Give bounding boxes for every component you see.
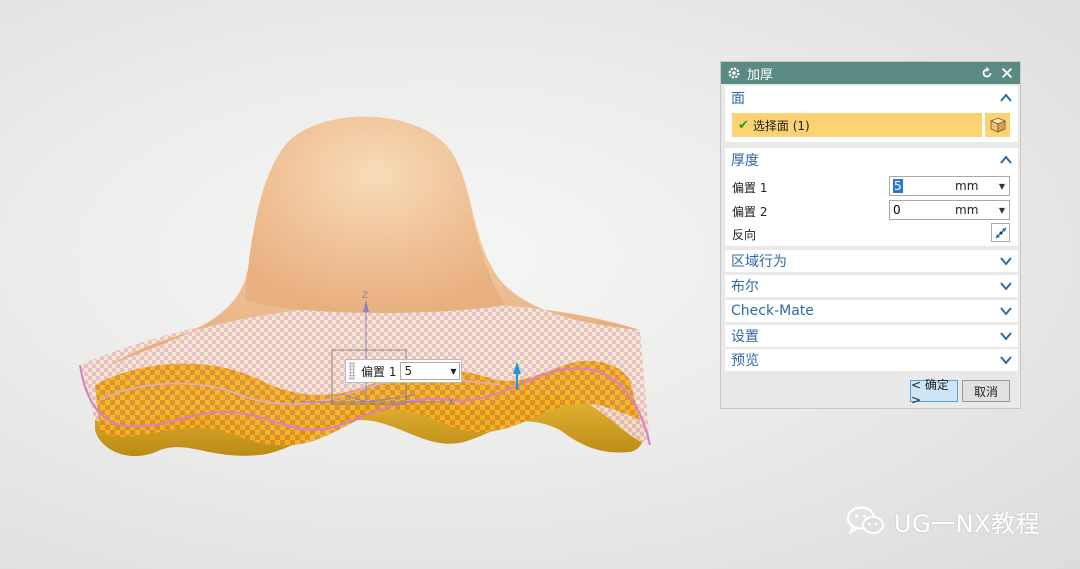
chevron-down-icon[interactable] [1000, 306, 1012, 316]
dome-top [245, 116, 505, 314]
close-icon[interactable] [1000, 66, 1014, 80]
watermark: UG一NX教程 [846, 504, 1040, 538]
offset1-field[interactable]: 5 mm ▼ [889, 176, 1010, 196]
offset1-unit: mm [955, 179, 979, 193]
drag-handle[interactable] [349, 362, 355, 380]
section-face-header[interactable]: 面 [725, 86, 1018, 110]
section-face-label: 面 [731, 91, 745, 107]
gear-icon[interactable] [727, 66, 741, 80]
ok-button[interactable]: < 确定 > [910, 378, 958, 407]
section-boolean-label: 布尔 [731, 279, 759, 295]
reverse-direction-button[interactable] [991, 223, 1010, 242]
section-check-mate-label: Check-Mate [731, 303, 814, 319]
chevron-down-icon[interactable] [1000, 281, 1012, 291]
section-preview[interactable]: 预览 [725, 349, 1018, 371]
cube-icon [989, 117, 1006, 133]
reset-icon[interactable] [980, 66, 994, 80]
section-settings-label: 设置 [731, 329, 759, 345]
section-preview-label: 预览 [731, 353, 759, 369]
section-settings[interactable]: 设置 [725, 325, 1018, 347]
section-face: 面 ✔ 选择面 (1) [725, 86, 1018, 142]
float-label: 偏置 1 [361, 364, 397, 379]
chevron-down-icon[interactable]: ▼ [995, 182, 1009, 191]
thicken-dialog: 加厚 面 ✔ 选择面 (1) 厚度 偏置 1 5 mm ▼ 偏置 2 0 mm … [720, 61, 1021, 409]
chevron-down-icon[interactable] [1000, 256, 1012, 266]
reverse-direction-icon [995, 227, 1006, 238]
section-region-behavior-label: 区域行为 [731, 254, 787, 270]
axis-y-label: Y [289, 398, 296, 408]
float-value-field[interactable]: 5 ▼ [400, 362, 461, 380]
section-region-behavior-header[interactable]: 区域行为 [725, 250, 1018, 272]
section-thickness: 厚度 偏置 1 5 mm ▼ 偏置 2 0 mm ▼ 反向 [725, 148, 1018, 246]
section-check-mate-header[interactable]: Check-Mate [725, 300, 1018, 322]
section-region-behavior[interactable]: 区域行为 [725, 250, 1018, 272]
section-thickness-label: 厚度 [731, 153, 759, 169]
cancel-button[interactable]: 取消 [962, 380, 1010, 402]
section-check-mate[interactable]: Check-Mate [725, 300, 1018, 322]
select-face-row[interactable]: ✔ 选择面 (1) [732, 113, 982, 137]
chevron-down-icon[interactable]: ▼ [447, 367, 459, 376]
dialog-title-bar[interactable]: 加厚 [721, 62, 1020, 84]
section-settings-header[interactable]: 设置 [725, 325, 1018, 347]
offset1-onscreen-input[interactable]: 偏置 1 5 ▼ [345, 359, 462, 383]
float-value: 5 [404, 364, 413, 378]
watermark-text: UG一NX教程 [894, 509, 1041, 538]
offset1-label: 偏置 1 [732, 181, 768, 195]
checkmark-icon: ✔ [738, 117, 749, 133]
offset2-label: 偏置 2 [732, 205, 768, 219]
offset1-value-wrap[interactable]: 5 [890, 179, 955, 193]
select-face-label: 选择面 (1) [752, 118, 810, 133]
dialog-title: 加厚 [747, 67, 774, 83]
offset2-field[interactable]: 0 mm ▼ [889, 200, 1010, 220]
chevron-down-icon[interactable]: ▼ [995, 206, 1009, 215]
chevron-down-icon[interactable] [1000, 355, 1012, 365]
section-boolean[interactable]: 布尔 [725, 275, 1018, 297]
wechat-icon [846, 506, 884, 535]
face-selection-button[interactable] [985, 113, 1010, 137]
chevron-up-icon[interactable] [1000, 155, 1012, 165]
chevron-down-icon[interactable] [1000, 331, 1012, 341]
section-thickness-header[interactable]: 厚度 [725, 148, 1018, 172]
reverse-label: 反向 [732, 228, 757, 242]
offset2-value: 0 [893, 203, 901, 217]
section-preview-header[interactable]: 预览 [725, 349, 1018, 371]
section-boolean-header[interactable]: 布尔 [725, 275, 1018, 297]
offset1-value: 5 [893, 179, 903, 193]
axis-x-label: X [448, 398, 454, 408]
offset2-unit: mm [955, 203, 979, 217]
axis-z-label: Z [362, 291, 368, 301]
chevron-up-icon[interactable] [1000, 93, 1012, 103]
